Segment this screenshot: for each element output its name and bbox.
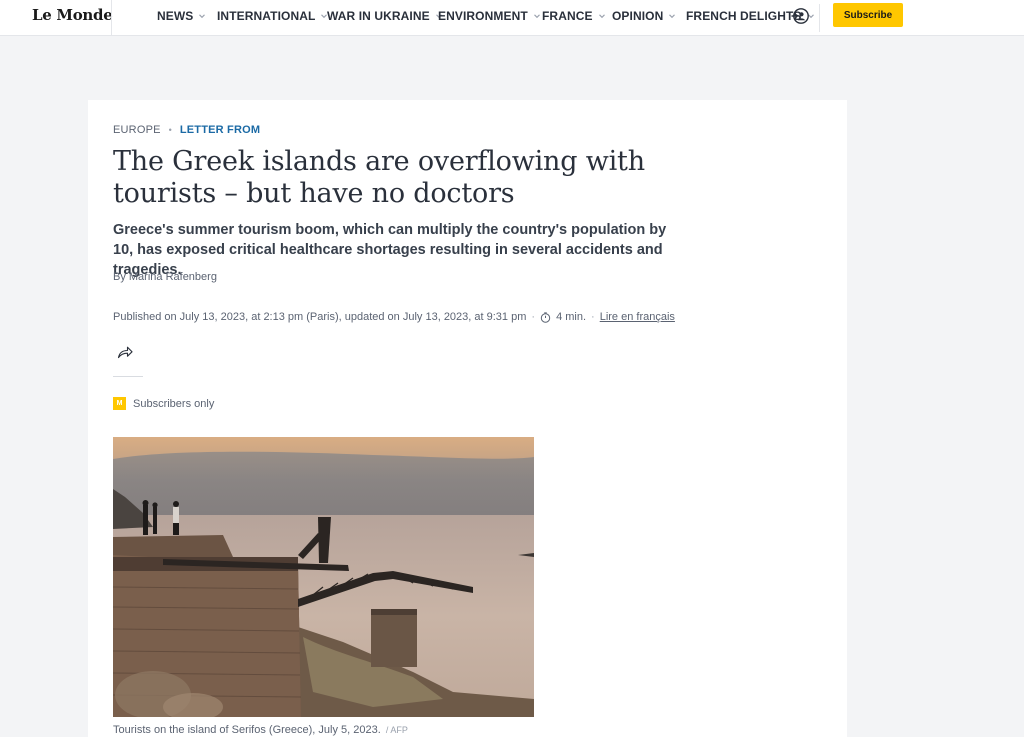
article-byline: By Marina Rafenberg — [113, 271, 217, 283]
share-arrow-icon[interactable] — [117, 345, 133, 359]
article-photo[interactable] — [113, 437, 534, 717]
chevron-down-icon — [533, 12, 541, 20]
article-kicker: EUROPE • LETTER FROM — [113, 124, 260, 136]
nav-item-label: FRANCE — [542, 9, 593, 23]
kicker-separator: • — [168, 125, 172, 135]
nav-item-label: INTERNATIONAL — [217, 9, 316, 23]
top-navigation-bar: Le Monde NEWS INTERNATIONAL WAR IN UKRAI… — [0, 0, 1024, 36]
subscribe-button[interactable]: Subscribe — [833, 3, 903, 27]
article-title: The Greek islands are overflowing with t… — [113, 146, 645, 209]
nav-item-environment[interactable]: ENVIRONMENT — [438, 9, 541, 23]
nav-divider — [819, 4, 820, 32]
account-login-icon[interactable] — [791, 7, 809, 25]
share-divider — [113, 376, 143, 377]
nav-item-label: NEWS — [157, 9, 194, 23]
nav-item-label: WAR IN UKRAINE — [327, 9, 430, 23]
nav-item-opinion[interactable]: OPINION — [612, 9, 676, 23]
le-monde-logo[interactable]: Le Monde — [32, 6, 113, 24]
chevron-down-icon — [668, 12, 676, 20]
read-in-french-link[interactable]: Lire en français — [600, 311, 675, 323]
nav-item-label: ENVIRONMENT — [438, 9, 528, 23]
nav-item-international[interactable]: INTERNATIONAL — [217, 9, 328, 23]
publication-date: Published on July 13, 2023, at 2:13 pm (… — [113, 311, 527, 323]
reading-time: 4 min. — [556, 311, 587, 323]
meta-separator: · — [531, 311, 536, 323]
logo-divider — [111, 0, 112, 36]
article-meta: Published on July 13, 2023, at 2:13 pm (… — [113, 311, 675, 323]
subscribers-only-label: Subscribers only — [133, 397, 215, 410]
nav-item-news[interactable]: NEWS — [157, 9, 206, 23]
clock-icon — [540, 311, 551, 323]
meta-separator: · — [591, 311, 595, 323]
rubric-link[interactable]: LETTER FROM — [180, 124, 260, 136]
section-link[interactable]: EUROPE — [113, 124, 161, 136]
article-card: EUROPE • LETTER FROM The Greek islands a… — [88, 100, 847, 737]
subscriber-m-icon: M — [113, 397, 126, 410]
photo-caption: Tourists on the island of Serifos (Greec… — [113, 724, 408, 736]
nav-item-label: FRENCH DELIGHTS — [686, 9, 802, 23]
nav-item-france[interactable]: FRANCE — [542, 9, 606, 23]
photo-credit: / AFP — [385, 725, 408, 735]
chevron-down-icon — [198, 12, 206, 20]
nav-item-war-in-ukraine[interactable]: WAR IN UKRAINE — [327, 9, 443, 23]
nav-item-label: OPINION — [612, 9, 664, 23]
photo-caption-text: Tourists on the island of Serifos (Greec… — [113, 724, 381, 736]
subscribers-only-badge: M Subscribers only — [113, 397, 214, 410]
chevron-down-icon — [598, 12, 606, 20]
